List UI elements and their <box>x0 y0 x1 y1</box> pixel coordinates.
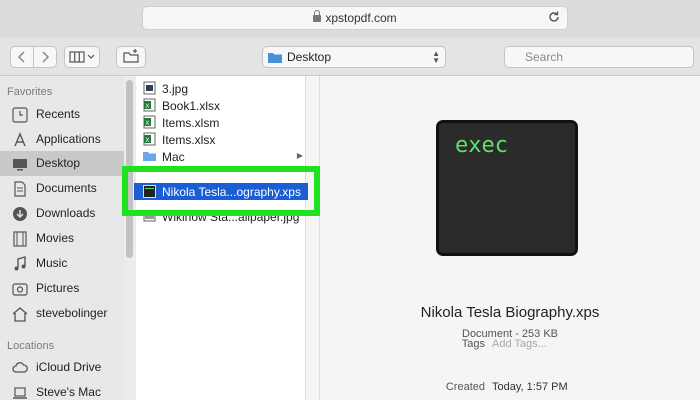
column-view-icon <box>69 51 95 63</box>
sidebar-item-icloud[interactable]: iCloud Drive <box>0 355 124 380</box>
excel-file-icon: X <box>143 98 156 112</box>
selected-file-name: Nikola Tesla...ography.xps <box>162 185 301 199</box>
new-folder-icon <box>123 49 139 63</box>
excel-file-icon: X <box>143 132 156 146</box>
chevron-right-icon <box>42 51 50 63</box>
downloads-icon <box>13 207 27 221</box>
documents-icon <box>14 181 26 197</box>
folder-icon <box>143 152 156 161</box>
file-thumbnail: exec <box>436 120 578 256</box>
created-value: Today, 1:57 PM <box>492 381 568 393</box>
list-item[interactable]: X Book1.xlsx <box>136 97 306 114</box>
path-selector[interactable]: Desktop ▲ ▼ <box>262 46 446 68</box>
sidebar-item-applications[interactable]: Applications <box>0 127 124 152</box>
favorites-header: Favorites <box>7 86 53 98</box>
clock-icon <box>12 107 28 123</box>
music-icon <box>14 256 26 271</box>
updown-chevron-icon: ▲ ▼ <box>432 49 440 65</box>
path-label: Desktop <box>287 50 332 64</box>
sidebar-item-pictures[interactable]: Pictures <box>0 276 124 301</box>
svg-text:X: X <box>145 120 150 127</box>
sidebar-item-desktop[interactable]: Desktop <box>0 151 124 176</box>
svg-text:X: X <box>145 103 150 110</box>
thumbnail-text: exec <box>455 133 508 158</box>
sidebar-item-home[interactable]: stevebolinger <box>0 301 124 326</box>
sidebar-item-music[interactable]: Music <box>0 251 124 276</box>
preview-pane: exec Nikola Tesla Biography.xps Document… <box>320 76 700 400</box>
home-icon <box>12 307 28 322</box>
created-label: Created <box>445 381 485 393</box>
locations-header: Locations <box>7 340 55 352</box>
movies-icon <box>13 231 27 247</box>
list-item[interactable]: X Items.xlsx <box>136 131 306 148</box>
preview-file-name: Nikola Tesla Biography.xps <box>420 304 600 321</box>
chevron-right-icon: ▶ <box>296 151 303 160</box>
list-item[interactable]: 3.jpg <box>136 80 306 97</box>
cloud-icon <box>12 362 28 373</box>
view-options-button[interactable] <box>64 46 100 68</box>
file-column: 3.jpg X Book1.xlsx X Items.xlsm X Items.… <box>136 76 306 400</box>
finder-toolbar: Desktop ▲ ▼ <box>0 38 700 76</box>
sidebar-item-downloads[interactable]: Downloads <box>0 201 124 226</box>
url-bar[interactable]: xpstopdf.com <box>142 6 568 30</box>
laptop-icon <box>13 387 27 399</box>
sidebar-item-documents[interactable]: Documents <box>0 176 124 201</box>
sidebar-item-recents[interactable]: Recents <box>0 102 124 127</box>
new-folder-button[interactable] <box>116 46 146 68</box>
search-input[interactable] <box>504 46 694 68</box>
sidebar-item-mac[interactable]: Steve's Mac <box>0 380 124 400</box>
selected-file-row[interactable]: Nikola Tesla...ography.xps <box>134 183 308 200</box>
forward-button[interactable] <box>33 46 57 68</box>
back-button[interactable] <box>10 46 34 68</box>
tags-label: Tags <box>461 338 485 350</box>
lock-icon <box>313 10 322 22</box>
desktop-icon <box>13 159 27 171</box>
folder-icon <box>268 53 282 63</box>
empty-column <box>306 76 320 400</box>
excel-file-icon: X <box>143 115 156 129</box>
sidebar: Favorites Recents Applications Desktop D… <box>0 76 124 400</box>
browser-address-area: xpstopdf.com <box>0 0 700 38</box>
pictures-icon <box>12 283 28 296</box>
image-file-icon <box>143 81 156 95</box>
url-text: xpstopdf.com <box>325 11 397 25</box>
reload-icon[interactable] <box>547 10 561 24</box>
list-item[interactable]: X Items.xlsm <box>136 114 306 131</box>
applications-icon <box>14 132 26 147</box>
svg-text:X: X <box>145 137 150 144</box>
tags-field[interactable]: Add Tags... <box>492 338 547 350</box>
list-item[interactable]: Mac ▶ <box>136 148 306 165</box>
chevron-left-icon <box>17 51 25 63</box>
sidebar-item-movies[interactable]: Movies <box>0 226 124 251</box>
xps-file-icon <box>143 185 156 198</box>
